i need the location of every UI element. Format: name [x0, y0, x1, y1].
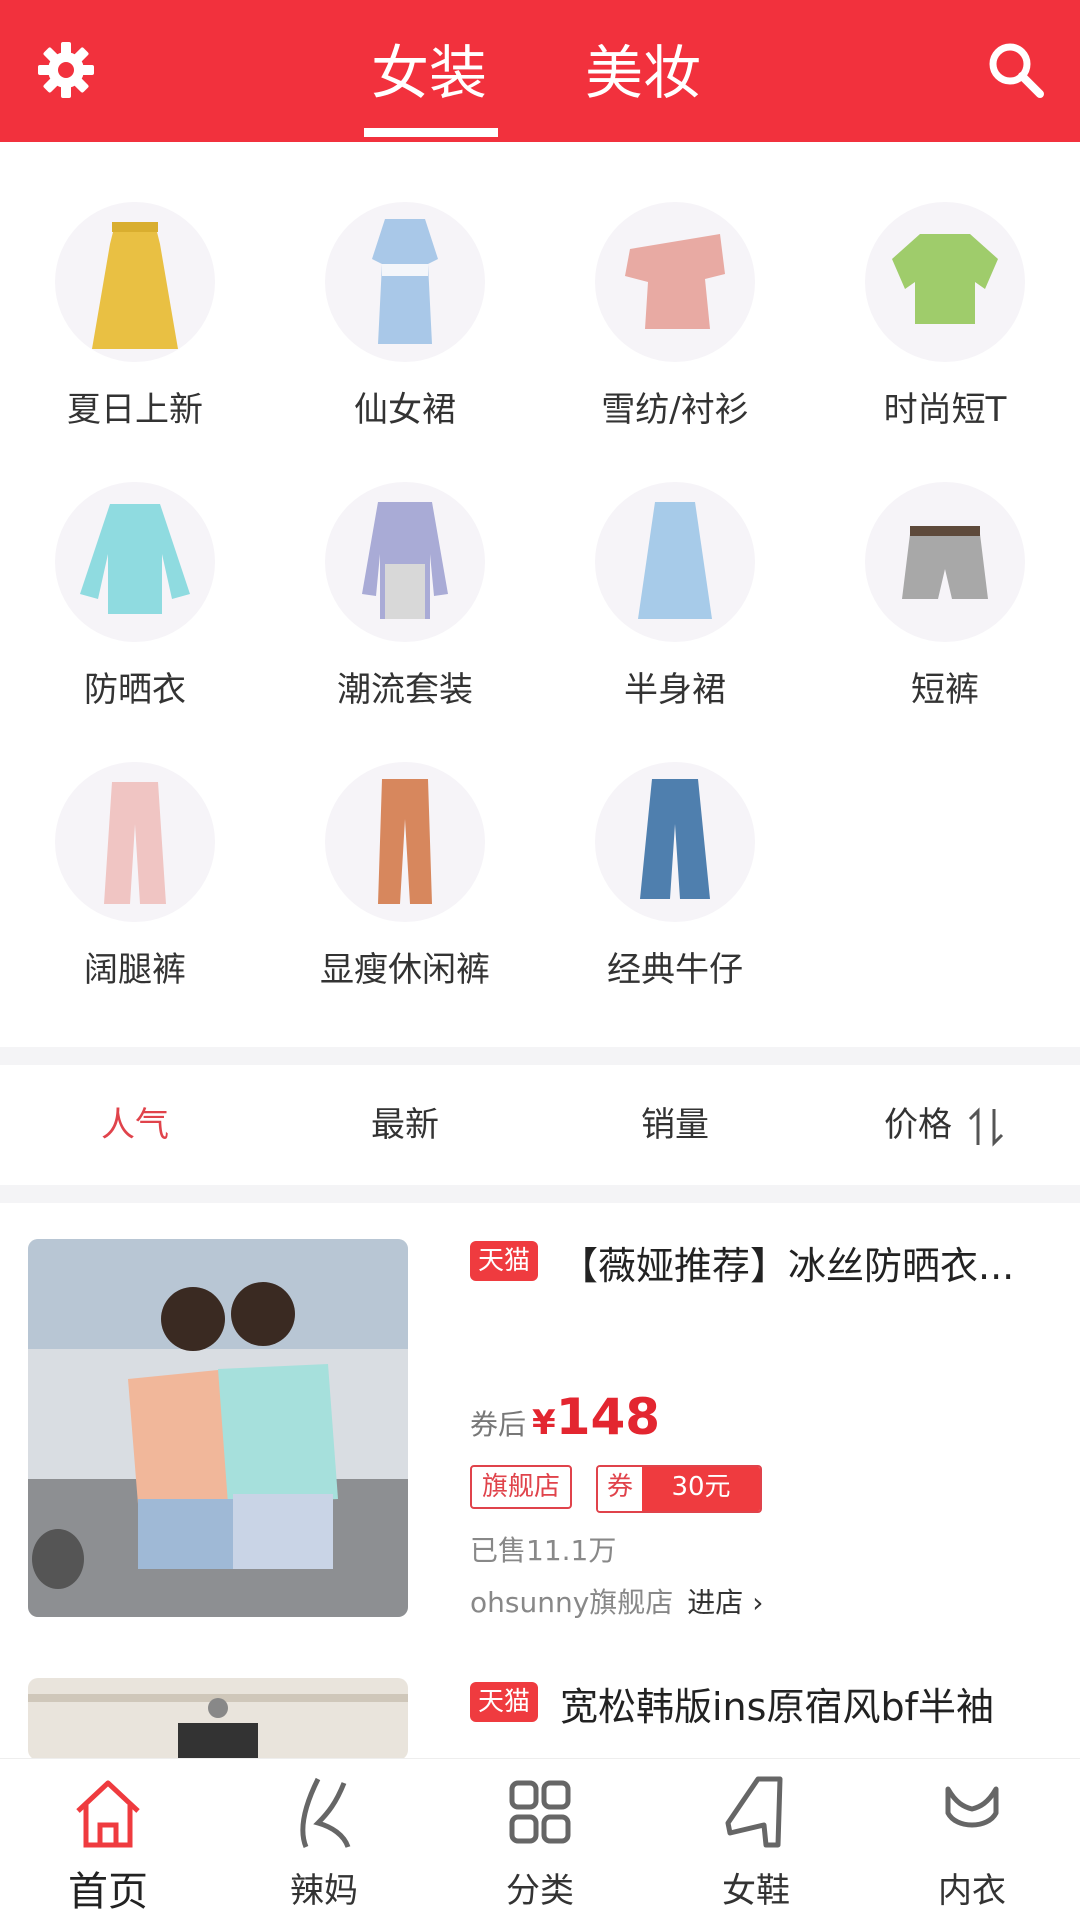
shop-name: ohsunny旗舰店	[470, 1586, 674, 1619]
category-shorts[interactable]: 短裤	[810, 422, 1080, 710]
nav-home[interactable]: 首页	[0, 1759, 216, 1921]
chevron-right-icon: ›	[752, 1586, 764, 1619]
coupon-value: 30元	[642, 1467, 760, 1511]
coupon-badge[interactable]: 券 30元	[596, 1465, 762, 1513]
section-divider	[0, 1185, 1080, 1203]
nav-label: 首页	[68, 1869, 148, 1915]
nav-lingerie[interactable]: 内衣	[864, 1759, 1080, 1921]
bra-icon	[945, 1786, 999, 1828]
nav-label: 内衣	[938, 1871, 1006, 1911]
product-title[interactable]: 【薇娅推荐】冰丝防晒衣...	[560, 1235, 1060, 1290]
nav-womens-shoes[interactable]: 女鞋	[648, 1759, 864, 1921]
boot-icon	[725, 1776, 783, 1848]
blue-dress-icon	[372, 219, 438, 344]
sort-bar: 人气 最新 销量 价格	[0, 1065, 1080, 1185]
tmall-badge: 天猫	[470, 1241, 538, 1281]
yellow-dress-icon	[92, 222, 178, 349]
pink-ruffle-top-icon	[625, 234, 725, 329]
home-icon	[76, 1780, 140, 1848]
category-label: 短裤	[911, 670, 979, 710]
plaid-set-icon	[362, 502, 448, 619]
orange-trousers-icon	[378, 779, 432, 904]
blue-shirt-icon	[80, 504, 190, 614]
category-summer-new[interactable]: 夏日上新	[0, 142, 270, 430]
coupon-label: 券	[598, 1467, 642, 1511]
price-value: 148	[555, 1388, 661, 1446]
category-label: 阔腿裤	[84, 950, 186, 990]
category-fairy-dress[interactable]: 仙女裙	[270, 142, 540, 430]
tmall-badge: 天猫	[470, 1682, 538, 1722]
flare-jeans-icon	[640, 779, 710, 899]
sort-price-label: 价格	[884, 1105, 952, 1145]
category-fashion-tee[interactable]: 时尚短T	[810, 142, 1080, 430]
enter-shop-link[interactable]: 进店 ›	[687, 1586, 763, 1619]
category-sun-protection[interactable]: 防晒衣	[0, 422, 270, 710]
sort-newest[interactable]: 最新	[270, 1065, 540, 1185]
price-row: 券后 ¥148	[470, 1388, 660, 1448]
tab-beauty[interactable]: 美妆	[578, 28, 708, 142]
pink-trousers-icon	[104, 782, 166, 904]
category-grid: 夏日上新 仙女裙 雪纺/衬衫 时尚短T 防晒衣 潮流套装 半身裙 短裤 阔腿裤 …	[0, 142, 1080, 1047]
nav-label: 辣妈	[290, 1871, 358, 1911]
category-trendy-set[interactable]: 潮流套装	[270, 422, 540, 710]
tulle-skirt-icon	[638, 502, 712, 619]
shop-row: ohsunny旗舰店 进店 ›	[470, 1581, 763, 1621]
sort-arrows-icon	[968, 1106, 1004, 1147]
sold-count: 已售11.1万	[470, 1534, 617, 1567]
grid-icon	[509, 1780, 571, 1844]
nav-categories[interactable]: 分类	[432, 1759, 648, 1921]
currency-symbol: ¥	[532, 1403, 556, 1443]
tab-womens-clothing[interactable]: 女装	[364, 28, 494, 142]
category-label: 经典牛仔	[607, 950, 743, 990]
category-slim-casual-pants[interactable]: 显瘦休闲裤	[270, 702, 540, 990]
active-tab-indicator	[364, 128, 498, 137]
sort-price[interactable]: 价格	[810, 1065, 1080, 1185]
top-header: 女装 美妆	[0, 0, 1080, 142]
section-divider	[0, 1047, 1080, 1065]
sort-sales[interactable]: 销量	[540, 1065, 810, 1185]
maternity-icon	[300, 1777, 351, 1848]
product-image[interactable]	[28, 1678, 408, 1760]
flagship-store-tag: 旗舰店	[470, 1465, 573, 1509]
product-card[interactable]: 天猫 【薇娅推荐】冰丝防晒衣... 券后 ¥148 旗舰店 券 30元 已售11.…	[0, 1203, 1080, 1643]
category-wide-leg-pants[interactable]: 阔腿裤	[0, 702, 270, 990]
sort-popular[interactable]: 人气	[0, 1065, 270, 1185]
category-classic-denim[interactable]: 经典牛仔	[540, 702, 810, 990]
category-label: 显瘦休闲裤	[320, 950, 490, 990]
category-chiffon-shirt[interactable]: 雪纺/衬衫	[540, 142, 810, 430]
grey-shorts-icon	[902, 526, 988, 599]
category-midi-skirt[interactable]: 半身裙	[540, 422, 810, 710]
product-card[interactable]: 天猫 宽松韩版ins原宿风bf半袖	[0, 1650, 1080, 1760]
bottom-nav: 首页 辣妈 分类 女鞋 内衣	[0, 1758, 1080, 1921]
product-image[interactable]	[28, 1239, 408, 1617]
price-prefix: 券后	[470, 1408, 527, 1441]
green-blouse-icon	[892, 234, 998, 324]
nav-label: 分类	[506, 1871, 574, 1911]
nav-moms[interactable]: 辣妈	[216, 1759, 432, 1921]
gear-icon[interactable]	[34, 38, 98, 102]
nav-label: 女鞋	[722, 1871, 790, 1911]
search-icon[interactable]	[984, 38, 1048, 102]
product-title[interactable]: 宽松韩版ins原宿风bf半袖	[560, 1676, 1060, 1731]
